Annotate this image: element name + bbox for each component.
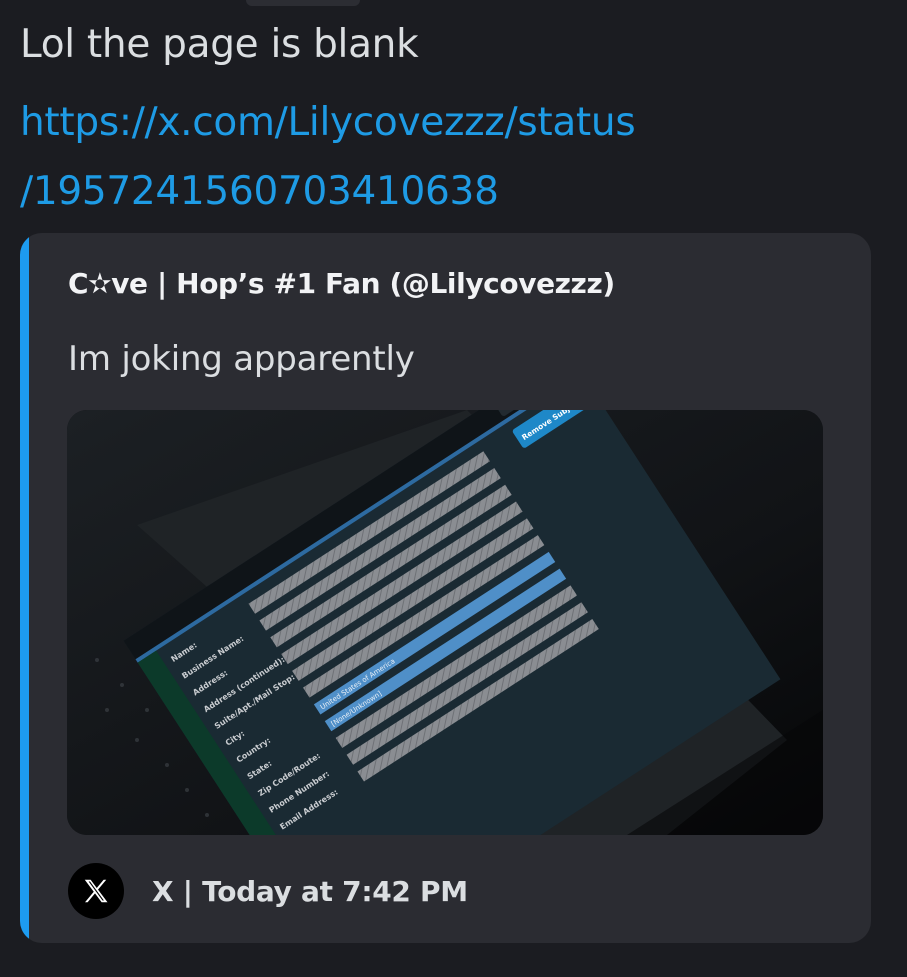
tweet-link-line-2[interactable]: /1957241560703410638 bbox=[20, 157, 780, 226]
embed-footer: X | Today at 7:42 PM bbox=[68, 863, 468, 919]
embed-accent-bar bbox=[20, 233, 29, 943]
message-text: Lol the page is blank bbox=[20, 22, 419, 67]
tweet-link[interactable]: https://x.com/Lilycovezzz/status /195724… bbox=[20, 88, 780, 226]
photo-of-laptop-screen: Name: Business Name: Address: Address (c… bbox=[67, 410, 823, 835]
embed-description: Im joking apparently bbox=[68, 339, 415, 379]
reply-bar-tab bbox=[246, 0, 360, 6]
embed-author[interactable]: C✫ve | Hop’s #1 Fan (@Lilycovezzz) bbox=[68, 267, 615, 300]
x-logo-icon bbox=[68, 863, 124, 919]
discord-message: Lol the page is blank https://x.com/Lily… bbox=[0, 0, 907, 977]
embed-photo[interactable]: Name: Business Name: Address: Address (c… bbox=[67, 410, 823, 835]
embed-footer-text: X | Today at 7:42 PM bbox=[152, 874, 468, 908]
link-embed: C✫ve | Hop’s #1 Fan (@Lilycovezzz) Im jo… bbox=[20, 233, 871, 943]
tweet-link-line-1[interactable]: https://x.com/Lilycovezzz/status bbox=[20, 88, 780, 157]
